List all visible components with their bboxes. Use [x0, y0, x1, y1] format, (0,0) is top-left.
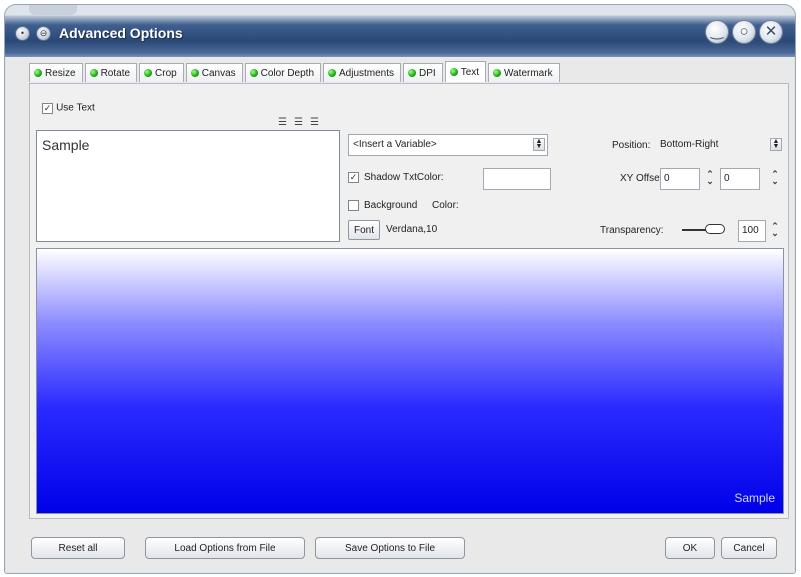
position-label: Position: — [612, 140, 651, 151]
font-button[interactable]: Font — [348, 220, 380, 240]
tab-label: Canvas — [201, 67, 236, 79]
system-menu-icon[interactable]: • — [15, 26, 30, 41]
title-bar: • ⊖ Advanced Options ‿ ○ ✕ — [5, 5, 795, 57]
align-center-icon[interactable]: ☰ — [294, 117, 303, 128]
insert-variable-select[interactable]: <Insert a Variable> ▲ ▼ — [348, 134, 548, 156]
status-dot-icon — [249, 69, 258, 77]
tab-label: Adjustments — [339, 67, 395, 79]
x-offset-input[interactable]: 0 — [660, 168, 700, 190]
status-dot-icon — [328, 69, 336, 77]
tab-strip: Resize Rotate Crop Canvas Color Depth Ad… — [29, 61, 562, 83]
text-preview: Sample — [36, 248, 784, 514]
window-title: Advanced Options — [59, 25, 183, 41]
xy-offset-label: XY Offset — [620, 173, 663, 184]
tab-label: Color Depth — [260, 67, 314, 79]
tab-canvas[interactable]: Canvas — [185, 63, 243, 82]
pin-icon[interactable]: ⊖ — [36, 26, 51, 41]
bgcolor-label: Color: — [432, 200, 459, 211]
save-options-button[interactable]: Save Options to File — [315, 537, 465, 559]
align-left-icon[interactable]: ☰ — [278, 117, 287, 128]
tab-resize[interactable]: Resize — [29, 63, 83, 82]
use-text-label: Use Text — [56, 102, 95, 114]
txtcolor-label: TxtColor: — [403, 172, 444, 183]
use-text-checkbox[interactable]: ✓ — [42, 102, 53, 114]
tab-label: Crop — [155, 67, 177, 79]
y-offset-stepper-icon[interactable]: ⌃ ⌄ — [770, 170, 780, 187]
status-dot-icon — [449, 68, 458, 76]
tab-rotate[interactable]: Rotate — [84, 63, 138, 82]
transparency-input[interactable]: 100 — [738, 220, 766, 242]
tab-watermark[interactable]: Watermark — [488, 63, 560, 82]
preview-sample-text: Sample — [734, 491, 775, 505]
align-right-icon[interactable]: ☰ — [310, 117, 319, 128]
background-label: Background — [364, 200, 418, 211]
status-dot-icon — [493, 69, 502, 77]
text-input[interactable]: Sample — [36, 130, 340, 242]
tab-crop[interactable]: Crop — [139, 63, 184, 82]
chevron-updown-icon: ▲ ▼ — [533, 138, 545, 151]
restore-icon[interactable]: ○ — [732, 20, 756, 44]
advanced-options-window: • ⊖ Advanced Options ‿ ○ ✕ Resize Rotate… — [4, 4, 796, 574]
close-icon[interactable]: ✕ — [759, 20, 783, 44]
tab-text[interactable]: Text — [444, 61, 487, 82]
y-offset-input[interactable]: 0 — [720, 168, 760, 190]
font-button-label: Font — [353, 224, 374, 236]
x-offset-stepper-icon[interactable]: ⌃ ⌄ — [705, 170, 715, 187]
txtcolor-swatch[interactable] — [483, 168, 551, 190]
text-options-panel: ✓ Use Text ☰ ☰ ☰ Sample <Insert a Variab… — [29, 83, 789, 519]
ok-button[interactable]: OK — [665, 537, 715, 559]
reset-all-button[interactable]: Reset all — [31, 537, 125, 559]
minimize-icon[interactable]: ‿ — [705, 20, 729, 44]
position-select[interactable]: Bottom-Right ▲ ▼ — [656, 135, 786, 156]
tab-adjustments[interactable]: Adjustments — [323, 63, 402, 82]
tab-label: Resize — [45, 67, 76, 79]
tab-dpi[interactable]: DPI — [403, 63, 443, 82]
status-dot-icon — [89, 69, 98, 77]
tab-label: Text — [460, 66, 480, 78]
chevron-updown-icon: ▲ ▼ — [770, 138, 782, 151]
cancel-button[interactable]: Cancel — [721, 537, 777, 559]
status-dot-icon — [408, 69, 417, 77]
font-value: Verdana,10 — [386, 224, 438, 235]
transparency-slider-thumb[interactable] — [705, 224, 725, 234]
load-options-button[interactable]: Load Options from File — [145, 537, 305, 559]
position-value: Bottom-Right — [660, 139, 719, 150]
tab-color-depth[interactable]: Color Depth — [244, 63, 321, 82]
transparency-stepper-icon[interactable]: ⌃ ⌄ — [770, 222, 780, 239]
title-notch — [29, 5, 77, 15]
shadow-checkbox[interactable]: ✓ — [348, 172, 359, 183]
insert-variable-value: <Insert a Variable> — [353, 139, 437, 150]
tab-label: Watermark — [504, 67, 553, 79]
background-checkbox[interactable] — [348, 200, 359, 211]
status-dot-icon — [190, 69, 199, 77]
shadow-label: Shadow — [364, 172, 401, 183]
status-dot-icon — [144, 69, 153, 77]
transparency-label: Transparency: — [600, 225, 664, 236]
tab-label: Rotate — [100, 67, 131, 79]
use-text-row: ✓ Use Text — [42, 102, 95, 114]
status-dot-icon — [34, 69, 42, 77]
tab-label: DPI — [419, 67, 436, 79]
